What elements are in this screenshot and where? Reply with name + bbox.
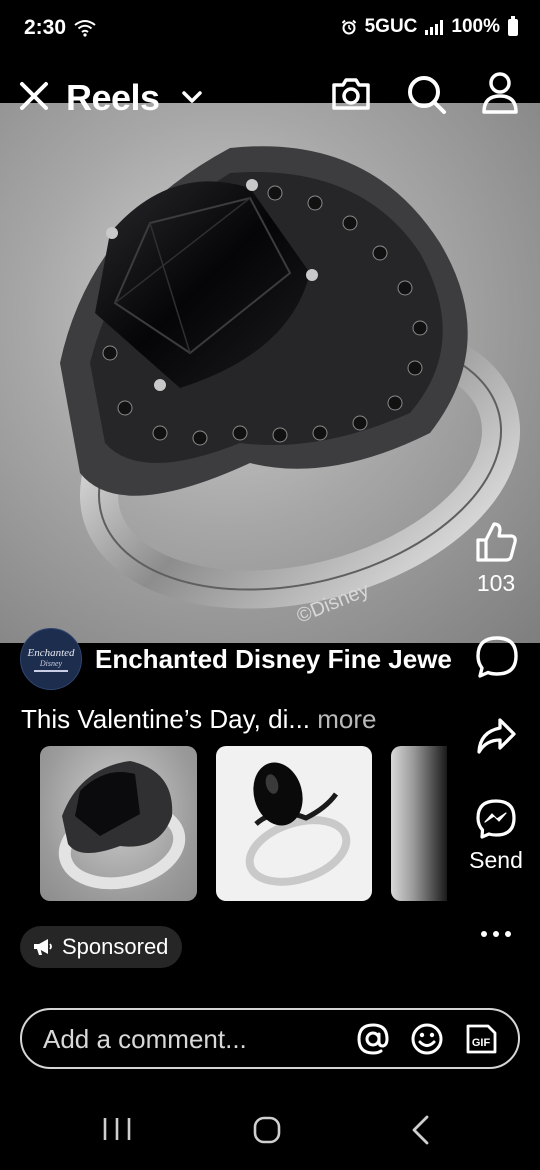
gif-icon[interactable]: GIF [464,1023,498,1055]
share-icon[interactable] [474,714,518,758]
page-avatar[interactable]: Enchanted Disney [20,628,82,690]
top-bar: Reels [0,64,540,126]
recent-apps-icon[interactable] [100,1116,134,1142]
page-name[interactable]: Enchanted Disney Fine Jewe [95,644,467,675]
status-right: 5GUC 100% [341,15,518,38]
gif-label: GIF [472,1037,491,1049]
camera-icon[interactable] [329,72,373,116]
system-nav-bar [0,1090,540,1170]
like-count: 103 [476,570,516,596]
status-bar: 2:30 5GUC 100% [0,0,540,58]
comment-icon[interactable] [474,634,520,680]
wifi-icon [74,20,96,37]
reels-title[interactable]: Reels [66,77,160,119]
search-icon[interactable] [404,72,448,116]
avatar-text-line1: Enchanted [27,646,75,659]
sponsored-label: Sponsored [62,934,169,959]
chevron-down-icon[interactable] [181,89,203,105]
like-icon[interactable] [472,518,520,566]
emoji-icon[interactable] [410,1022,444,1056]
network-type: 5GUC [364,16,418,37]
battery-percent: 100% [451,16,500,37]
ring-photo: ©Disney [60,146,521,628]
profile-icon[interactable] [478,70,522,116]
caption-text: This Valentine’s Day, di... [21,704,311,734]
reel-media[interactable]: ©Disney [0,103,540,643]
product-thumbnail-2[interactable] [216,746,372,901]
comment-input[interactable]: Add a comment... [43,1024,247,1055]
product-thumbnail-3[interactable] [391,746,447,901]
signal-icon [425,19,444,35]
battery-icon [508,15,518,36]
avatar-underline [34,669,68,672]
close-icon[interactable] [16,78,52,114]
avatar-text-line2: Disney [39,658,63,668]
caption[interactable]: This Valentine’s Day, di... more [21,704,377,735]
home-icon[interactable] [252,1115,282,1145]
mention-icon[interactable] [356,1022,390,1056]
status-time: 2:30 [24,16,67,39]
ring-thumbnail-image [58,761,186,890]
back-icon[interactable] [408,1114,432,1146]
product-thumbnail-1[interactable] [40,746,197,901]
alarm-icon [341,19,356,35]
messenger-icon[interactable] [475,798,517,840]
send-label[interactable]: Send [460,847,532,874]
sponsored-badge[interactable]: Sponsored [20,926,183,968]
megaphone-icon [34,939,52,955]
more-options-icon[interactable] [474,920,518,948]
ring-thumbnail-image [245,762,351,886]
comment-bar[interactable]: Add a comment... GIF [20,1008,520,1069]
caption-more-link[interactable]: more [317,704,376,734]
